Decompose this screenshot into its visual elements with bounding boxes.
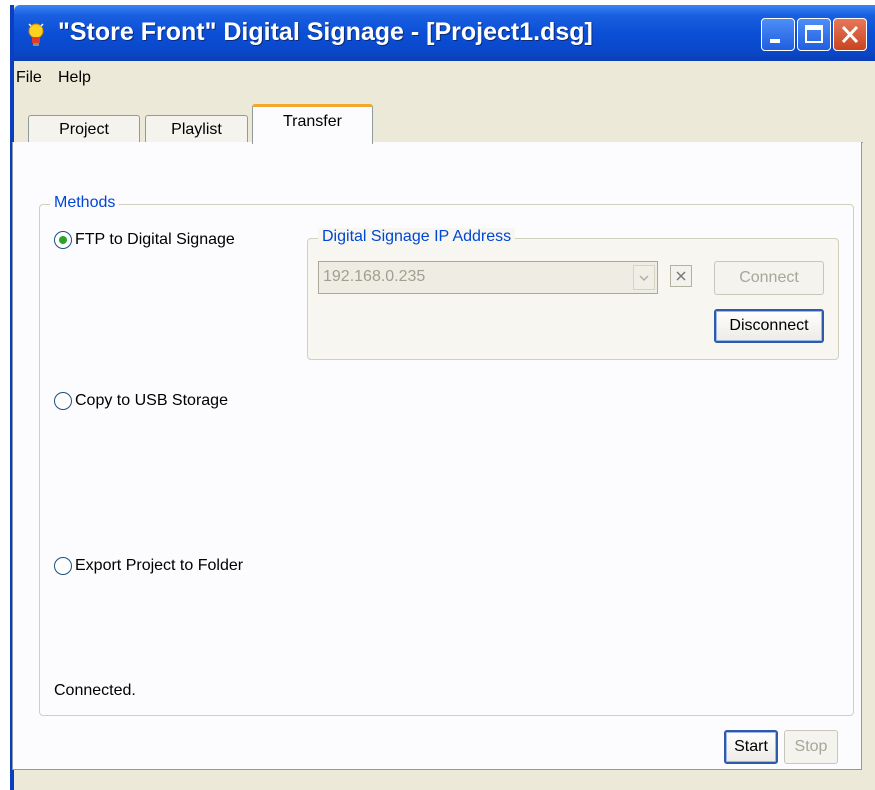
ip-address-value: 192.168.0.235 <box>323 268 426 285</box>
close-icon <box>841 25 859 44</box>
clear-x-icon <box>676 271 686 281</box>
dropdown-button[interactable] <box>633 265 655 290</box>
minimize-icon <box>770 39 780 43</box>
title-bar[interactable]: "Store Front" Digital Signage - [Project… <box>14 5 875 61</box>
export-radio[interactable] <box>54 557 72 575</box>
disconnect-button[interactable]: Disconnect <box>714 309 824 343</box>
maximize-icon <box>805 25 823 43</box>
app-lightbulb-icon <box>28 23 44 46</box>
ip-address-group: Digital Signage IP Address 192.168.0.235… <box>307 228 839 360</box>
methods-group: Methods FTP to Digital Signage Digital S… <box>39 194 854 716</box>
ip-address-combobox[interactable]: 192.168.0.235 <box>318 261 658 294</box>
window-title: "Store Front" Digital Signage - [Project… <box>58 18 593 46</box>
status-text: Connected. <box>54 682 136 699</box>
clear-ip-button[interactable] <box>670 265 692 287</box>
connect-button[interactable]: Connect <box>714 261 824 295</box>
minimize-button[interactable] <box>761 18 795 51</box>
maximize-button[interactable] <box>797 18 831 51</box>
transfer-panel: Methods FTP to Digital Signage Digital S… <box>12 142 862 770</box>
menu-file[interactable]: File <box>16 69 42 87</box>
menu-bar: File Help <box>14 62 875 92</box>
tab-playlist[interactable]: Playlist <box>145 115 248 143</box>
stop-button[interactable]: Stop <box>784 730 838 764</box>
ftp-radio-label[interactable]: FTP to Digital Signage <box>75 231 235 249</box>
tab-project[interactable]: Project <box>28 115 140 143</box>
dropdown-arrow-icon <box>639 275 649 282</box>
export-radio-label[interactable]: Export Project to Folder <box>75 557 243 575</box>
ftp-radio[interactable] <box>54 231 72 249</box>
usb-radio[interactable] <box>54 392 72 410</box>
close-button[interactable] <box>833 18 867 51</box>
radio-selected-dot <box>59 236 67 244</box>
start-button[interactable]: Start <box>724 730 778 764</box>
tab-transfer[interactable]: Transfer <box>252 104 373 144</box>
menu-help[interactable]: Help <box>58 69 91 87</box>
methods-title: Methods <box>50 194 120 212</box>
usb-radio-label[interactable]: Copy to USB Storage <box>75 392 228 410</box>
ip-address-title: Digital Signage IP Address <box>318 228 516 246</box>
